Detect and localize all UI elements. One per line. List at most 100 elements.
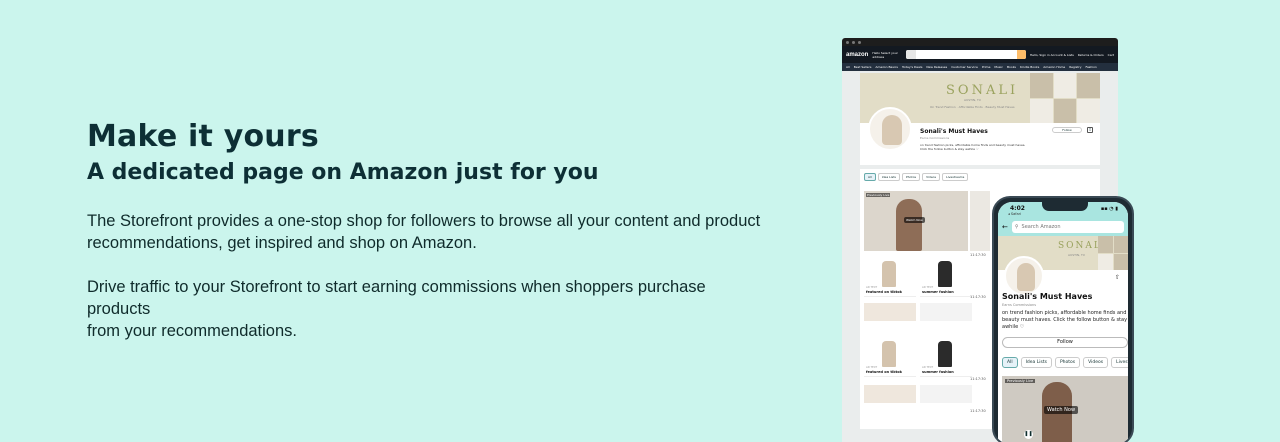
video-thumbnail-person: [896, 199, 922, 251]
video-timestamp: 11:17:30: [970, 295, 986, 299]
nav-item: Prime: [981, 65, 991, 69]
hero-section: Make it yours A dedicated page on Amazon…: [87, 118, 767, 342]
tab-livestreams: Livestreams: [942, 173, 969, 181]
livestream-video: Previously Live Watch Now ❚❚: [1002, 376, 1128, 442]
livestream-video: Previously Live Watch Now: [864, 191, 968, 251]
product-image: [938, 261, 952, 287]
previously-live-badge: Previously Live: [1005, 379, 1036, 383]
product-image: [882, 261, 896, 287]
desktop-search-bar: [906, 50, 1026, 59]
tab-videos: Videos: [922, 173, 941, 181]
store-name: Sonali's Must Haves: [1002, 292, 1093, 301]
product-eyebrow: AD TEXT: [922, 286, 934, 289]
search-icon: ⚲: [1014, 224, 1019, 230]
product-grid: AD TEXT featured on tiktok AD TEXT summer …: [864, 337, 972, 377]
product-image: [882, 341, 896, 367]
product-caption: featured on tiktok: [866, 370, 902, 374]
browser-chrome: [842, 38, 1118, 46]
nav-item: Registry: [1069, 65, 1082, 69]
banner-photo-collage: [1030, 73, 1100, 123]
window-dot-icon: [846, 40, 849, 44]
tab-all: All: [1002, 357, 1018, 368]
brand-wordmark: SONALI: [946, 83, 1019, 98]
nav-item: Customer Service: [951, 65, 978, 69]
phone-screen: 4:02 ◂ Safari ▪▪ ◔ ▮ ← ⚲ Search Amazon SO…: [998, 202, 1128, 442]
nav-item: Fashion: [1085, 65, 1097, 69]
traffic-paragraph-line-1: Drive traffic to your Storefront to star…: [87, 278, 706, 318]
product-caption: summer fashion: [922, 370, 954, 374]
product-image: [920, 385, 972, 403]
watch-now-button: Watch Now: [904, 217, 925, 223]
cart-link: Cart: [1107, 52, 1114, 57]
account-link: Hello, Sign in Account & Lists: [1029, 52, 1074, 57]
nav-item: Kindle Books: [1020, 65, 1040, 69]
product-strip: [864, 303, 972, 321]
tab-photos: Photos: [1054, 357, 1081, 368]
phone-clock: 4:02: [1010, 205, 1025, 212]
tab-photos: Photos: [901, 173, 921, 181]
traffic-paragraph-line-2: from your recommendations.: [87, 322, 297, 340]
nav-item: Books: [1006, 65, 1016, 69]
pause-icon: ❚❚: [1024, 430, 1033, 439]
video-timestamp: 11:17:30: [970, 377, 986, 381]
phone-status-bar: 4:02 ◂ Safari ▪▪ ◔ ▮: [998, 202, 1128, 218]
content-tabs: All Idea Lists Photos Videos Livestreams: [864, 173, 969, 181]
tab-videos: Videos: [1083, 357, 1109, 368]
video-thumbnail: [970, 191, 990, 251]
avatar: [868, 107, 912, 151]
product-eyebrow: AD TEXT: [922, 366, 934, 369]
earns-commissions-label: Earns Commissions: [920, 136, 950, 140]
nav-item: Amazon Home: [1043, 65, 1066, 69]
amazon-logo: amazon: [846, 51, 869, 58]
product-card: AD TEXT summer fashion: [920, 257, 972, 297]
earns-commissions-label: Earns Commissions: [1002, 303, 1037, 307]
search-category: [906, 50, 917, 59]
store-bio: on trend fashion picks, affordable home …: [1002, 310, 1128, 330]
tab-idea-lists: Idea Lists: [877, 173, 900, 181]
returns-link: Returns & Orders: [1077, 52, 1104, 57]
mobile-search-input: ⚲ Search Amazon: [1011, 221, 1124, 233]
search-icon: [1016, 50, 1026, 59]
phone-notch: [1042, 202, 1088, 211]
back-arrow-icon: ←: [1002, 223, 1008, 231]
video-timestamp: 11:17:30: [970, 409, 986, 413]
product-image: [864, 385, 916, 403]
mobile-storefront-mockup: 4:02 ◂ Safari ▪▪ ◔ ▮ ← ⚲ Search Amazon SO…: [992, 196, 1134, 442]
store-bio: on trend fashion picks, affordable home …: [920, 143, 1040, 151]
video-timestamp: 11:17:30: [970, 253, 986, 257]
product-eyebrow: AD TEXT: [866, 286, 878, 289]
tab-all: All: [864, 173, 876, 181]
nav-item: All: [846, 65, 850, 69]
product-strip: [864, 385, 972, 403]
intro-paragraph-line-2: recommendations, get inspired and shop o…: [87, 234, 477, 252]
deliver-to: Hello Select your address: [872, 50, 898, 59]
share-icon: ⇧: [1087, 127, 1093, 133]
store-bio-line: Click the follow button & stay awhile ♡: [920, 147, 979, 151]
follow-button: Follow: [1052, 127, 1082, 133]
nav-item: Amazon Basics: [875, 65, 898, 69]
product-image: [920, 303, 972, 321]
window-dot-icon: [858, 40, 861, 44]
nav-item: Music: [994, 65, 1003, 69]
product-eyebrow: AD TEXT: [866, 366, 878, 369]
product-image: [864, 303, 916, 321]
watch-now-button: Watch Now: [1044, 406, 1079, 414]
store-name: Sonali's Must Haves: [920, 128, 988, 135]
intro-paragraph-line-1: The Storefront provides a one-stop shop …: [87, 212, 761, 230]
brand-location: AUSTIN, TX: [964, 98, 981, 102]
brand-tagline: On Trend Fashion · Affordable Finds · Be…: [930, 105, 1015, 109]
product-card: AD TEXT summer fashion: [920, 337, 972, 377]
product-card: AD TEXT featured on tiktok: [864, 337, 916, 377]
share-icon: ⇧: [1114, 274, 1120, 281]
nav-item: Best Sellers: [853, 65, 872, 69]
tab-livestream: Livestream: [1111, 357, 1128, 368]
product-caption: featured on tiktok: [866, 290, 902, 294]
avatar: [1004, 256, 1044, 296]
page-title: Make it yours: [87, 119, 319, 154]
product-card: AD TEXT featured on tiktok: [864, 257, 916, 297]
mobile-search-bar: ← ⚲ Search Amazon: [998, 218, 1128, 236]
brand-location: AUSTIN, TX: [1068, 253, 1085, 257]
previously-live-badge: Previously Live: [866, 193, 891, 197]
search-placeholder: Search Amazon: [1021, 224, 1061, 230]
page-subtitle: A dedicated page on Amazon just for you: [87, 160, 599, 185]
